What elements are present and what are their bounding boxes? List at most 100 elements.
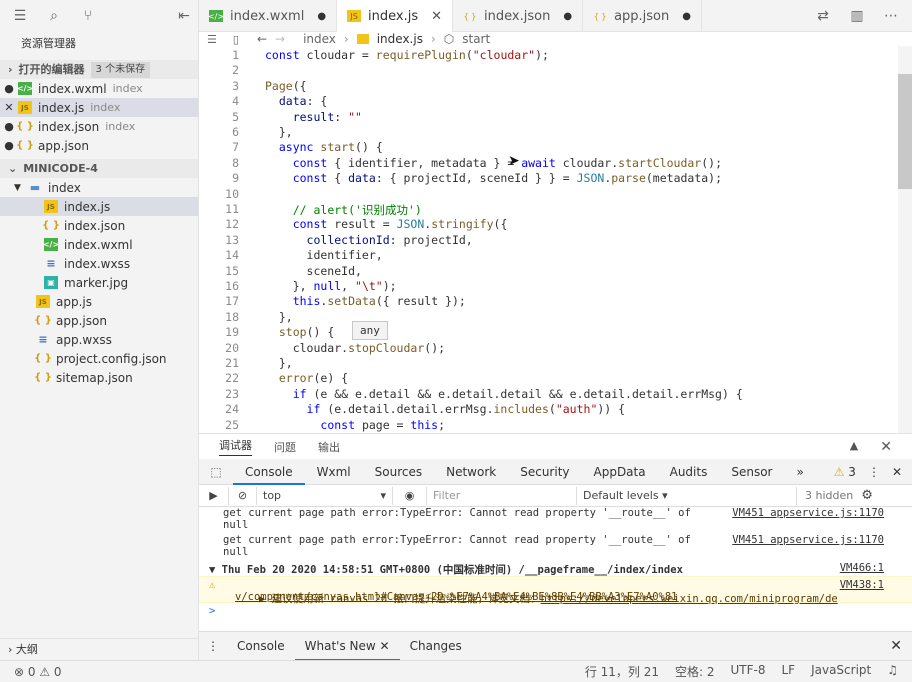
language-mode[interactable]: JavaScript xyxy=(811,663,871,680)
open-editor-item[interactable]: ●{ } app.json xyxy=(0,136,198,155)
close-devtools-icon[interactable]: ✕ xyxy=(892,465,902,479)
drawer-menu-icon[interactable]: ⋮ xyxy=(199,639,227,653)
json-file-icon: { } xyxy=(463,11,477,21)
devtools-tab[interactable]: Audits xyxy=(658,459,720,485)
tab-index-js[interactable]: JS index.js ✕ xyxy=(337,0,454,32)
tab-problems[interactable]: 问题 xyxy=(274,439,296,455)
close-icon[interactable]: ✕ xyxy=(0,101,18,114)
unsaved-dot-icon[interactable]: ● xyxy=(563,11,572,22)
back-arrow-icon[interactable]: ← xyxy=(257,32,267,46)
tab-app-json[interactable]: { } app.json ● xyxy=(583,0,702,32)
editor-scroll-thumb[interactable] xyxy=(898,74,912,189)
devtools-tab[interactable]: AppData xyxy=(582,459,658,485)
drawer-tab-whats-new[interactable]: What's New ✕ xyxy=(294,632,400,661)
list-icon[interactable]: ☰ xyxy=(207,33,217,46)
close-icon[interactable]: ✕ xyxy=(380,639,390,653)
line-ending[interactable]: LF xyxy=(781,663,795,680)
search-icon[interactable]: ⌕ xyxy=(44,6,64,26)
tab-index-wxml[interactable]: </> index.wxml ● xyxy=(199,0,338,32)
file-item[interactable]: </> index.wxml xyxy=(0,235,198,254)
warning-counter[interactable]: ⚠ 3 xyxy=(834,465,856,479)
method-icon: ⬡ xyxy=(443,32,455,46)
unsaved-dot-icon[interactable]: ● xyxy=(0,82,18,95)
unsaved-dot-icon[interactable]: ● xyxy=(682,11,691,22)
file-item[interactable]: { } sitemap.json xyxy=(0,368,198,387)
drawer-tab-console[interactable]: Console xyxy=(227,632,295,661)
forward-arrow-icon[interactable]: → xyxy=(275,32,285,46)
line-number: 3 xyxy=(232,78,239,93)
tab-debugger[interactable]: 调试器 xyxy=(219,437,252,456)
tab-output[interactable]: 输出 xyxy=(318,439,340,455)
log-levels-select[interactable]: Default levels ▾ xyxy=(577,486,797,505)
split-editor-icon[interactable]: ▥ xyxy=(848,8,866,24)
file-item[interactable]: ▣ marker.jpg xyxy=(0,273,198,292)
devtools-tab[interactable]: » xyxy=(784,459,815,485)
warning-link-cont[interactable]: v/component/canvas.html#Canvas-2D-%E7%A4… xyxy=(235,591,678,603)
console-output[interactable]: get current page path error:TypeError: C… xyxy=(199,507,912,631)
log-source-link[interactable]: VM451 appservice.js:1170 xyxy=(732,534,884,546)
file-item[interactable]: ≡ index.wxss xyxy=(0,254,198,273)
devtools-tab[interactable]: Sources xyxy=(363,459,434,485)
file-item[interactable]: JS index.js xyxy=(0,197,198,216)
devtools-tab[interactable]: Security xyxy=(508,459,581,485)
devtools-tab[interactable]: Wxml xyxy=(305,459,363,485)
file-item[interactable]: { } app.json xyxy=(0,311,198,330)
warning-source-link[interactable]: VM438:1 xyxy=(840,579,884,591)
encoding[interactable]: UTF-8 xyxy=(731,663,766,680)
log-line: get current page path error:TypeError: C… xyxy=(223,534,691,546)
cursor-position[interactable]: 行 11，列 21 xyxy=(585,663,659,680)
file-item[interactable]: JS app.js xyxy=(0,292,198,311)
breadcrumb-symbol[interactable]: start xyxy=(462,32,490,46)
bookmark-icon[interactable]: ▯ xyxy=(233,33,239,46)
close-panel-icon[interactable]: ✕ xyxy=(880,439,892,455)
log-source-link[interactable]: VM451 appservice.js:1170 xyxy=(732,507,884,519)
devtools-tab[interactable]: Console xyxy=(233,459,305,485)
log-source-link[interactable]: VM466:1 xyxy=(840,562,884,574)
devtools-tab[interactable]: Sensor xyxy=(719,459,784,485)
outline-label: 大纲 xyxy=(15,643,38,656)
console-prompt[interactable]: > xyxy=(209,605,215,617)
unsaved-dot-icon[interactable]: ● xyxy=(317,11,326,22)
code-editor[interactable]: 1 const cloudar = requirePlugin("cloudar"… xyxy=(199,46,912,433)
outline-section[interactable]: › 大纲 xyxy=(0,638,199,660)
devtools-tab[interactable]: Network xyxy=(434,459,508,485)
open-editor-item[interactable]: ✕ JS index.js index xyxy=(0,98,198,117)
sidebar-toggle-icon[interactable]: ▶ xyxy=(199,486,229,505)
open-editor-item[interactable]: ● </> index.wxml index xyxy=(0,79,198,98)
indentation[interactable]: 空格: 2 xyxy=(675,663,715,680)
project-header[interactable]: ⌄ MINICODE-4 xyxy=(0,159,198,178)
close-tab-icon[interactable]: ✕ xyxy=(431,9,442,24)
vertical-more-icon[interactable]: ⋮ xyxy=(868,465,880,479)
log-group-header[interactable]: ▼ Thu Feb 20 2020 14:58:51 GMT+0800 (中国标… xyxy=(209,562,683,577)
more-icon[interactable]: ⋯ xyxy=(882,8,900,24)
tab-index-json[interactable]: { } index.json ● xyxy=(453,0,584,32)
open-editor-item[interactable]: ●{ } index.json index xyxy=(0,117,198,136)
breadcrumb-folder[interactable]: index xyxy=(303,32,336,46)
clear-console-icon[interactable]: ⊘ xyxy=(229,486,257,505)
open-editors-header[interactable]: › 打开的编辑器 3 个未保存 xyxy=(0,60,198,79)
file-item[interactable]: { } index.json xyxy=(0,216,198,235)
problems-count[interactable]: ⊗ 0 ⚠ 0 xyxy=(0,665,62,679)
compare-icon[interactable]: ⇄ xyxy=(814,8,832,24)
menu-icon[interactable]: ☰ xyxy=(10,6,30,26)
context-select[interactable]: top ▾ xyxy=(257,486,393,505)
file-item[interactable]: { } project.config.json xyxy=(0,349,198,368)
open-editors-list: ● </> index.wxml index ✕ JS index.js index ●{ } i… xyxy=(0,79,198,155)
console-settings-icon[interactable]: ⚙ xyxy=(861,488,873,503)
filter-input[interactable]: Filter xyxy=(427,486,577,505)
collapse-sidebar-icon[interactable]: ⇤ xyxy=(174,6,194,26)
source-control-icon[interactable]: ⑂ xyxy=(78,6,98,26)
code-line: const cloudar = requirePlugin("cloudar")… xyxy=(265,48,549,62)
line-number: 25 xyxy=(225,417,239,432)
eye-icon[interactable]: ◉ xyxy=(393,486,427,505)
inspect-element-icon[interactable]: ⬚ xyxy=(199,465,233,479)
drawer-tab-changes[interactable]: Changes xyxy=(400,632,472,661)
maximize-panel-icon[interactable]: ▲ xyxy=(850,439,858,455)
tab-list: </> index.wxml ● JS index.js ✕{ } index.json ●{… xyxy=(199,0,702,32)
json-file-icon: { } xyxy=(16,140,34,151)
close-drawer-icon[interactable]: ✕ xyxy=(890,638,912,654)
folder-index[interactable]: ▼ ▬ index xyxy=(0,178,198,197)
file-item[interactable]: ≡ app.wxss xyxy=(0,330,198,349)
breadcrumb-file[interactable]: index.js xyxy=(377,32,423,46)
notification-bell-icon[interactable]: ♫ xyxy=(887,663,898,680)
